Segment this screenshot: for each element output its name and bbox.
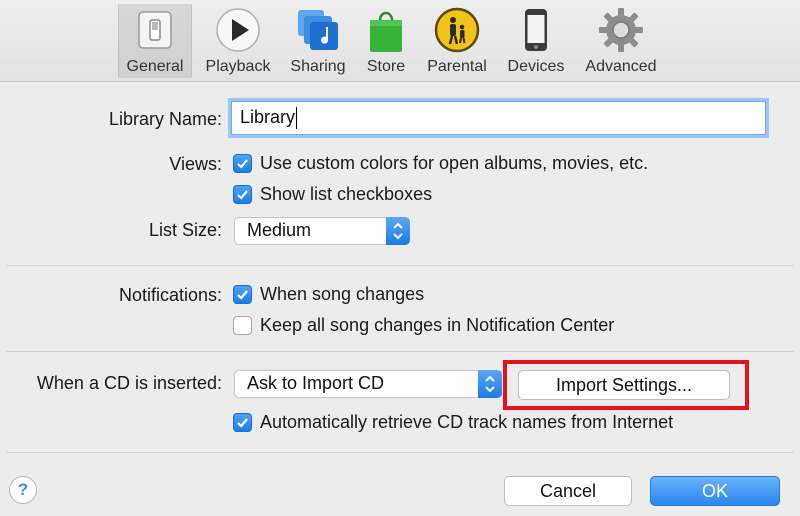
tab-sharing[interactable]: Sharing [284, 4, 352, 78]
list-size-label: List Size: [148, 220, 222, 240]
parental-icon [434, 7, 480, 53]
separator [6, 452, 794, 453]
song-changes-label: When song changes [260, 284, 425, 304]
custom-colors-checkbox[interactable] [233, 154, 252, 173]
devices-phone-icon [525, 9, 547, 51]
text-caret [296, 107, 298, 130]
help-button[interactable]: ? [9, 476, 37, 504]
tab-store[interactable]: Store [358, 4, 414, 78]
play-icon [216, 8, 260, 52]
retrieve-names-label: Automatically retrieve CD track names fr… [260, 412, 674, 432]
preferences-toolbar: General Playback Sharing Store Parental … [0, 0, 800, 82]
tab-playback[interactable]: Playback [198, 4, 278, 78]
popup-arrows-icon [386, 217, 410, 245]
separator [6, 351, 794, 352]
sharing-music-icon [298, 10, 338, 50]
tab-advanced[interactable]: Advanced [578, 4, 664, 78]
tab-parental[interactable]: Parental [420, 4, 494, 78]
gear-icon [599, 8, 643, 52]
library-name-field[interactable]: Library [231, 101, 766, 135]
retrieve-names-checkbox[interactable] [233, 413, 252, 432]
popup-arrows-icon [478, 370, 502, 398]
store-bag-icon [370, 11, 402, 52]
notifications-label: Notifications: [118, 285, 222, 305]
list-checkboxes-checkbox[interactable] [233, 185, 252, 204]
keep-changes-label: Keep all song changes in Notification Ce… [260, 315, 615, 335]
highlight-box [503, 360, 749, 410]
retrieve-names-row[interactable]: Automatically retrieve CD track names fr… [233, 412, 673, 433]
cancel-button[interactable]: Cancel [504, 476, 632, 506]
song-changes-checkbox[interactable] [233, 285, 252, 304]
list-checkboxes-label: Show list checkboxes [260, 184, 433, 204]
library-name-label: Library Name: [108, 109, 222, 129]
custom-colors-checkbox-row[interactable]: Use custom colors for open albums, movie… [233, 153, 648, 174]
list-size-popup[interactable]: Medium [234, 217, 410, 245]
checkmark-icon [237, 418, 248, 428]
general-switch-icon [138, 11, 172, 49]
cd-action-popup[interactable]: Ask to Import CD [234, 370, 502, 398]
separator [6, 265, 794, 266]
custom-colors-label: Use custom colors for open albums, movie… [260, 153, 649, 173]
views-label: Views: [169, 154, 222, 174]
checkmark-icon [237, 159, 248, 169]
tab-general[interactable]: General [118, 4, 192, 78]
cd-inserted-label: When a CD is inserted: [36, 373, 222, 393]
song-changes-row[interactable]: When song changes [233, 284, 424, 305]
checkmark-icon [237, 290, 248, 300]
ok-button[interactable]: OK [650, 476, 780, 506]
keep-changes-row[interactable]: Keep all song changes in Notification Ce… [233, 315, 614, 336]
keep-changes-checkbox[interactable] [233, 316, 252, 335]
list-checkboxes-row[interactable]: Show list checkboxes [233, 184, 432, 205]
checkmark-icon [237, 190, 248, 200]
tab-devices[interactable]: Devices [500, 4, 572, 78]
